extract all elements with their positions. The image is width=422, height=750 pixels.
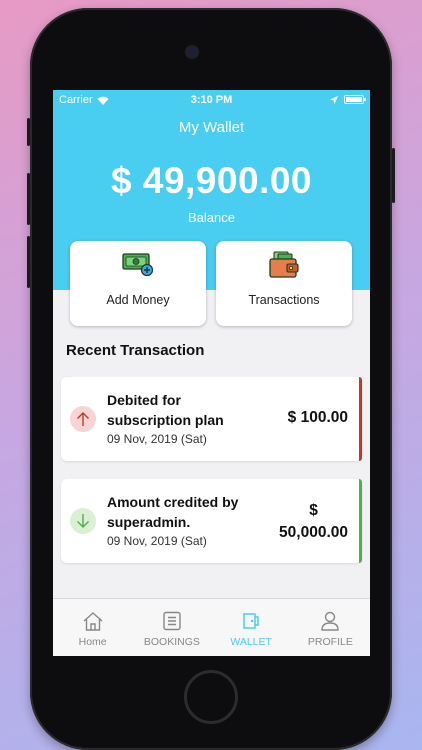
tab-profile-label: PROFILE — [307, 636, 353, 648]
money-add-icon — [122, 251, 154, 282]
tab-home-label: Home — [78, 636, 107, 648]
debit-indicator — [359, 377, 362, 461]
tab-profile[interactable]: PROFILE — [291, 599, 370, 656]
credit-arrow-icon — [70, 508, 96, 534]
amount-value: 50,000.00 — [279, 524, 348, 541]
transaction-description: Debited for subscription plan — [107, 392, 224, 428]
front-camera — [187, 47, 197, 57]
tab-wallet[interactable]: WALLET — [212, 599, 291, 656]
transaction-amount: $ 50,000.00 — [279, 500, 348, 544]
transactions-label: Transactions — [248, 293, 320, 307]
tab-bookings-label: BOOKINGS — [143, 636, 200, 648]
transaction-date: 09 Nov, 2019 (Sat) — [107, 534, 207, 548]
balance-label: Balance — [188, 210, 235, 225]
status-time: 3:10 PM — [190, 94, 233, 106]
transactions-button[interactable]: Transactions — [216, 241, 352, 326]
battery-icon — [344, 95, 366, 104]
volume-down-button — [27, 236, 30, 288]
transaction-description: Amount credited by superadmin. — [107, 494, 239, 530]
tab-wallet-label: WALLET — [230, 636, 272, 648]
list-icon — [163, 611, 181, 631]
app-screen: Carrier 3:10 PM My Wallet $ 49,900.00 Ba… — [53, 90, 370, 656]
credit-indicator — [359, 479, 362, 563]
tab-bookings[interactable]: BOOKINGS — [132, 599, 211, 656]
tab-home[interactable]: Home — [53, 599, 132, 656]
wallet-tab-icon — [243, 613, 259, 629]
balance-amount: $ 49,900.00 — [111, 160, 312, 201]
transaction-item[interactable]: Amount credited by superadmin. 09 Nov, 2… — [61, 479, 362, 563]
wallet-icon — [268, 251, 300, 284]
volume-up-button — [27, 173, 30, 225]
home-icon — [83, 612, 103, 631]
mute-switch — [27, 118, 30, 146]
add-money-button[interactable]: Add Money — [70, 241, 206, 326]
amount-currency: $ — [309, 502, 318, 519]
add-money-label: Add Money — [106, 293, 170, 307]
location-icon — [330, 95, 338, 104]
transaction-amount: $ 100.00 — [287, 409, 348, 426]
recent-transaction-heading: Recent Transaction — [66, 342, 205, 359]
debit-arrow-icon — [70, 406, 96, 432]
power-button — [392, 148, 395, 203]
transaction-item[interactable]: Debited for subscription plan 09 Nov, 20… — [61, 377, 362, 461]
page-title: My Wallet — [178, 119, 245, 136]
transaction-date: 09 Nov, 2019 (Sat) — [107, 432, 207, 446]
bottom-tab-bar: Home BOOKINGS WALLET PROFILE — [53, 598, 370, 656]
status-bar: Carrier 3:10 PM — [53, 90, 370, 110]
home-button[interactable] — [184, 670, 238, 724]
user-icon — [321, 611, 340, 631]
